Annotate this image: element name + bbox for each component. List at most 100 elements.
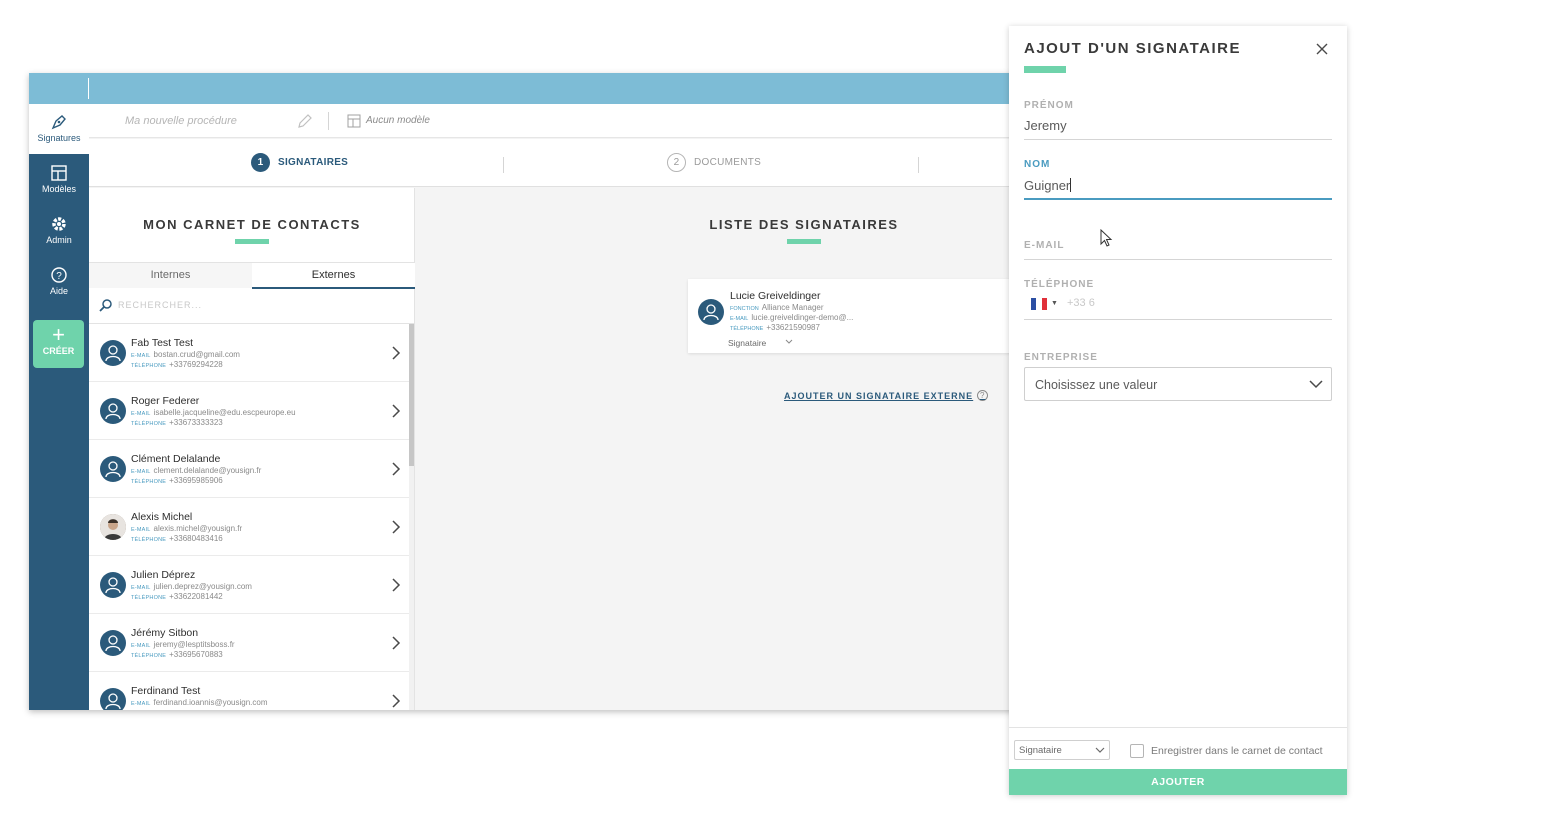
tab-internes[interactable]: Internes: [89, 263, 252, 289]
create-button[interactable]: + CRÉER: [33, 320, 84, 368]
top-bar-divider: [88, 78, 89, 99]
plus-icon: +: [52, 322, 65, 347]
lastname-label: NOM: [1024, 159, 1051, 170]
contact-phone: TÉLÉPHONE +33695985906: [131, 476, 223, 485]
template-selector[interactable]: Aucun modèle: [366, 115, 430, 126]
signer-function: FONCTION Alliance Manager: [730, 303, 824, 312]
contact-item[interactable]: Ferdinand Test E-MAIL ferdinand.ioannis@y…: [89, 672, 409, 710]
template-icon: [51, 165, 67, 181]
step-number: 1: [251, 153, 270, 172]
sidebar-item-aide[interactable]: ? Aide: [29, 257, 89, 307]
contact-name: Clément Delalande: [131, 453, 221, 465]
save-contact-checkbox[interactable]: [1130, 744, 1144, 758]
pen-icon: [51, 115, 66, 130]
procedure-bar-divider: [328, 112, 329, 130]
svg-text:?: ?: [56, 271, 62, 282]
contact-item[interactable]: Roger Federer E-MAIL isabelle.jacqueline@…: [89, 382, 409, 440]
sidebar-item-modeles[interactable]: Modèles: [29, 155, 89, 205]
chevron-right-icon[interactable]: [391, 693, 401, 709]
add-signer-button[interactable]: AJOUTER: [1009, 769, 1347, 795]
tab-externes[interactable]: Externes: [252, 263, 415, 289]
contacts-panel: MON CARNET DE CONTACTS Internes Externes…: [89, 188, 415, 710]
signer-phone: TÉLÉPHONE +33621590987: [730, 323, 820, 332]
chevron-right-icon[interactable]: [391, 403, 401, 419]
pencil-icon[interactable]: [297, 113, 313, 129]
avatar-photo: [100, 514, 126, 540]
sidebar-item-label: Signatures: [37, 133, 81, 143]
contact-item[interactable]: Clément Delalande E-MAIL clement.delaland…: [89, 440, 409, 498]
contact-phone: TÉLÉPHONE +33622081442: [131, 592, 223, 601]
contact-name: Ferdinand Test: [131, 685, 201, 697]
search-input[interactable]: RECHERCHER...: [118, 300, 202, 310]
person-photo-icon: [100, 514, 126, 540]
avatar: [698, 299, 724, 325]
step-documents[interactable]: 2 DOCUMENTS: [667, 153, 761, 172]
procedure-name-input[interactable]: Ma nouvelle procédure: [125, 115, 237, 127]
contacts-tabs: Internes Externes: [89, 262, 415, 289]
contact-item[interactable]: Fab Test Test E-MAIL bostan.crud@gmail.co…: [89, 324, 409, 382]
contact-phone: TÉLÉPHONE +33673333323: [131, 418, 223, 427]
contact-item[interactable]: Alexis Michel E-MAIL alexis.michel@yousig…: [89, 498, 409, 556]
contact-email: E-MAIL isabelle.jacqueline@edu.escpeurope…: [131, 408, 296, 417]
lastname-field[interactable]: Guigner: [1024, 178, 1072, 193]
contacts-scrollbar-thumb[interactable]: [409, 324, 414, 466]
signer-role-select[interactable]: Signataire: [728, 338, 766, 348]
france-flag-icon[interactable]: [1031, 298, 1047, 310]
avatar: [100, 572, 126, 598]
avatar: [100, 688, 126, 710]
chevron-right-icon[interactable]: [391, 519, 401, 535]
chevron-down-icon: [1095, 747, 1105, 753]
step-number: 2: [667, 153, 686, 172]
firstname-field[interactable]: Jeremy: [1024, 118, 1067, 133]
caret-down-icon[interactable]: ▼: [1051, 300, 1058, 307]
panel-title: AJOUT D'UN SIGNATAIRE: [1024, 40, 1242, 57]
avatar: [100, 630, 126, 656]
top-bar: [29, 73, 1039, 104]
contact-phone: TÉLÉPHONE +33769294228: [131, 360, 223, 369]
contact-item[interactable]: Julien Déprez E-MAIL julien.deprez@yousig…: [89, 556, 409, 614]
contact-name: Alexis Michel: [131, 511, 193, 523]
user-icon: [105, 345, 121, 362]
phone-input[interactable]: +33 6: [1067, 297, 1095, 309]
chevron-right-icon[interactable]: [391, 577, 401, 593]
company-select[interactable]: Choisissez une valeur: [1024, 367, 1332, 401]
contacts-title: MON CARNET DE CONTACTS: [143, 217, 361, 232]
signer-card[interactable]: Lucie Greiveldinger FONCTION Alliance Man…: [688, 279, 1028, 353]
step-bar: 1 SIGNATAIRES 2 DOCUMENTS: [89, 139, 1039, 187]
help-icon: ?: [51, 267, 67, 283]
contacts-search[interactable]: RECHERCHER...: [89, 288, 415, 324]
step-signataires[interactable]: 1 SIGNATAIRES: [251, 153, 348, 172]
contact-item[interactable]: Jérémy Sitbon E-MAIL jeremy@lesptitsboss.…: [89, 614, 409, 672]
app-window: Signatures Modèles Admin ? Aide + CRÉER …: [29, 73, 1039, 710]
user-icon: [105, 461, 121, 478]
email-field[interactable]: [1024, 259, 1332, 260]
procedure-bar: Ma nouvelle procédure Aucun modèle: [89, 104, 1039, 138]
contact-email: E-MAIL bostan.crud@gmail.com: [131, 350, 240, 359]
title-underline: [1024, 66, 1066, 73]
chevron-right-icon[interactable]: [391, 345, 401, 361]
sidebar-item-signatures[interactable]: Signatures: [29, 104, 89, 154]
close-icon[interactable]: [1315, 42, 1329, 56]
avatar: [100, 456, 126, 482]
chevron-right-icon[interactable]: [391, 461, 401, 477]
create-button-label: CRÉER: [42, 346, 75, 356]
role-select-value: Signataire: [1019, 745, 1062, 756]
contact-name: Julien Déprez: [131, 569, 196, 581]
chevron-down-icon: [1309, 380, 1323, 389]
panel-footer: Signataire Enregistrer dans le carnet de…: [1009, 727, 1347, 769]
contact-name: Jérémy Sitbon: [131, 627, 199, 639]
firstname-label: PRÉNOM: [1024, 100, 1074, 111]
step-divider: [503, 157, 504, 173]
sidebar-item-admin[interactable]: Admin: [29, 206, 89, 256]
step-label: DOCUMENTS: [694, 157, 762, 168]
user-icon: [105, 577, 121, 594]
help-icon[interactable]: ?: [977, 390, 989, 401]
user-icon: [703, 304, 719, 321]
add-external-signer-link[interactable]: AJOUTER UN SIGNATAIRE EXTERNE ?: [784, 390, 989, 401]
user-icon: [105, 403, 121, 420]
role-select[interactable]: Signataire: [1014, 740, 1110, 760]
phone-underline: [1024, 319, 1332, 320]
chevron-right-icon[interactable]: [391, 635, 401, 651]
sidebar-item-label: Modèles: [41, 184, 77, 194]
chevron-down-icon[interactable]: [785, 339, 793, 345]
